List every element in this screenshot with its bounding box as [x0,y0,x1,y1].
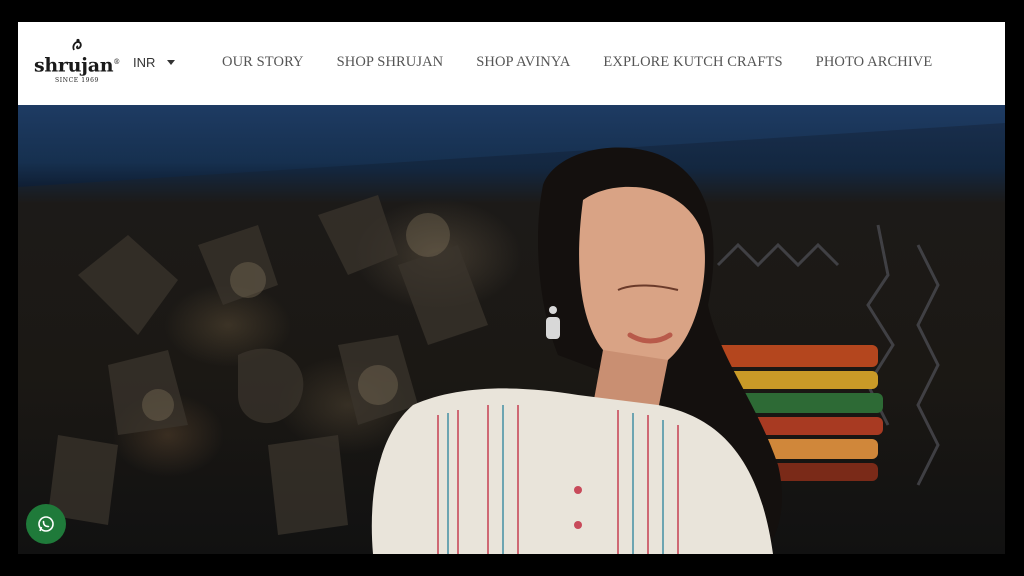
page-frame: shrujan® SINCE 1969 INR OUR STORY SHOP S… [18,22,1005,554]
caret-down-icon [167,60,176,65]
currency-value: INR [133,55,156,70]
whatsapp-icon [38,516,54,532]
nav-our-story[interactable]: OUR STORY [222,54,304,71]
hero-banner [18,105,1005,554]
whatsapp-chat-button[interactable] [26,504,66,544]
logo-since-text: SINCE 1969 [55,77,99,85]
nav-shop-shrujan[interactable]: SHOP SHRUJAN [337,54,444,71]
main-nav: OUR STORY SHOP SHRUJAN SHOP AVINYA EXPLO… [222,54,965,71]
hero-image [48,147,940,554]
nav-photo-archive[interactable]: PHOTO ARCHIVE [816,54,933,71]
nav-explore-kutch-crafts[interactable]: EXPLORE KUTCH CRAFTS [603,54,782,71]
site-header: shrujan® SINCE 1969 INR OUR STORY SHOP S… [18,22,1005,105]
nav-shop-avinya[interactable]: SHOP AVINYA [476,54,570,71]
logo-mark-icon [72,38,82,51]
brand-logo[interactable]: shrujan® SINCE 1969 [34,38,120,88]
logo-wordmark: shrujan® [34,54,120,77]
currency-selector[interactable]: INR [133,55,176,70]
